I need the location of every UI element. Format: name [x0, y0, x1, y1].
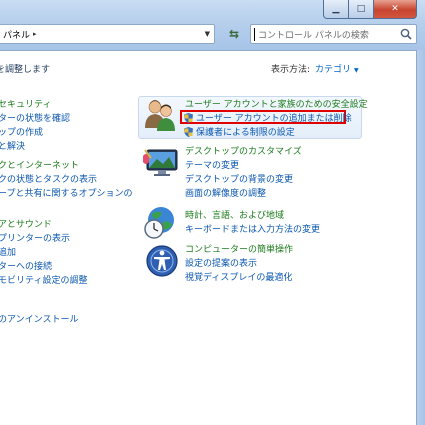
- search-icon[interactable]: [399, 27, 413, 41]
- link-parental-controls-label[interactable]: 保護者による制限の設定: [196, 128, 295, 138]
- link-parental-controls[interactable]: 保護者による制限の設定: [184, 125, 295, 138]
- link-troubleshoot[interactable]: と解決: [0, 139, 25, 152]
- category-title-network[interactable]: クとインターネット: [0, 158, 79, 171]
- link-optimize-display[interactable]: 視覚ディスプレイの最適化: [185, 270, 292, 283]
- maximize-icon[interactable]: □: [349, 0, 374, 19]
- link-keyboard-input[interactable]: キーボードまたは入力方法の変更: [185, 222, 320, 235]
- breadcrumb-arrow-icon[interactable]: ▸: [33, 30, 37, 38]
- chevron-down-icon[interactable]: ▼: [205, 30, 210, 38]
- link-adjust-resolution[interactable]: 画面の解像度の調整: [185, 186, 266, 199]
- minimize-icon[interactable]: ▁: [323, 0, 349, 19]
- clock-globe-icon[interactable]: [143, 204, 179, 240]
- link-homegroup[interactable]: ープと共有に関するオプションの: [0, 186, 132, 199]
- window-buttons: ▁ □ ✕: [323, 0, 417, 19]
- uac-shield-icon: [184, 113, 193, 123]
- address-path[interactable]: パネル: [0, 28, 30, 41]
- close-icon[interactable]: ✕: [374, 0, 417, 19]
- link-backup[interactable]: ップの作成: [0, 125, 43, 138]
- category-title-ease-of-access[interactable]: コンピューターの簡単操作: [185, 242, 293, 255]
- search-placeholder: コントロール パネルの検索: [258, 30, 369, 41]
- ease-of-access-icon[interactable]: [145, 244, 179, 278]
- category-title-clock-language[interactable]: 時計、言語、および地域: [185, 208, 284, 221]
- window-frame-right: [416, 50, 425, 425]
- category-title-appearance[interactable]: デスクトップのカスタマイズ: [185, 144, 302, 157]
- link-change-theme[interactable]: テーマの変更: [185, 158, 239, 171]
- link-network-status[interactable]: クの状態とタスクの表示: [0, 172, 97, 185]
- link-change-background[interactable]: デスクトップの背景の変更: [185, 172, 293, 185]
- address-bar[interactable]: パネル ▸ ▼: [0, 24, 215, 44]
- view-by-value[interactable]: カテゴリ: [315, 65, 351, 75]
- chevron-down-icon[interactable]: ▼: [354, 67, 359, 74]
- category-title-user-accounts[interactable]: ユーザー アカウントと家族のための安全設定: [185, 97, 368, 110]
- category-title-security[interactable]: セキュリティ: [0, 97, 51, 110]
- users-icon[interactable]: [142, 98, 178, 132]
- link-add-remove-accounts-label[interactable]: ユーザー アカウントの追加または削除: [196, 114, 352, 124]
- link-add-device[interactable]: 追加: [0, 245, 16, 258]
- page-title: を調整します: [0, 65, 51, 75]
- link-devices-printers[interactable]: プリンターの表示: [0, 231, 70, 244]
- view-by-dropdown[interactable]: カテゴリ ▼: [315, 62, 359, 75]
- link-add-remove-accounts[interactable]: ユーザー アカウントの追加または削除: [184, 111, 352, 124]
- window-chrome: ▁ □ ✕ パネル ▸ ▼ ⇆ コントロール パネルの検索: [0, 0, 425, 51]
- link-uninstall[interactable]: のアンインストール: [0, 312, 78, 325]
- view-by-label: 表示方法:: [271, 65, 311, 75]
- link-check-status[interactable]: ターの状態を確認: [0, 111, 70, 124]
- category-title-hardware[interactable]: アとサウンド: [0, 217, 52, 230]
- refresh-icon[interactable]: ⇆: [225, 25, 243, 43]
- search-input[interactable]: コントロール パネルの検索: [250, 24, 417, 44]
- uac-shield-icon: [184, 127, 193, 137]
- appearance-icon[interactable]: [143, 146, 181, 178]
- link-mobility-settings[interactable]: モビリティ設定の調整: [0, 273, 87, 286]
- link-settings-suggestions[interactable]: 設定の提案の表示: [185, 256, 257, 269]
- link-connect-projector[interactable]: ターへの接続: [0, 259, 52, 272]
